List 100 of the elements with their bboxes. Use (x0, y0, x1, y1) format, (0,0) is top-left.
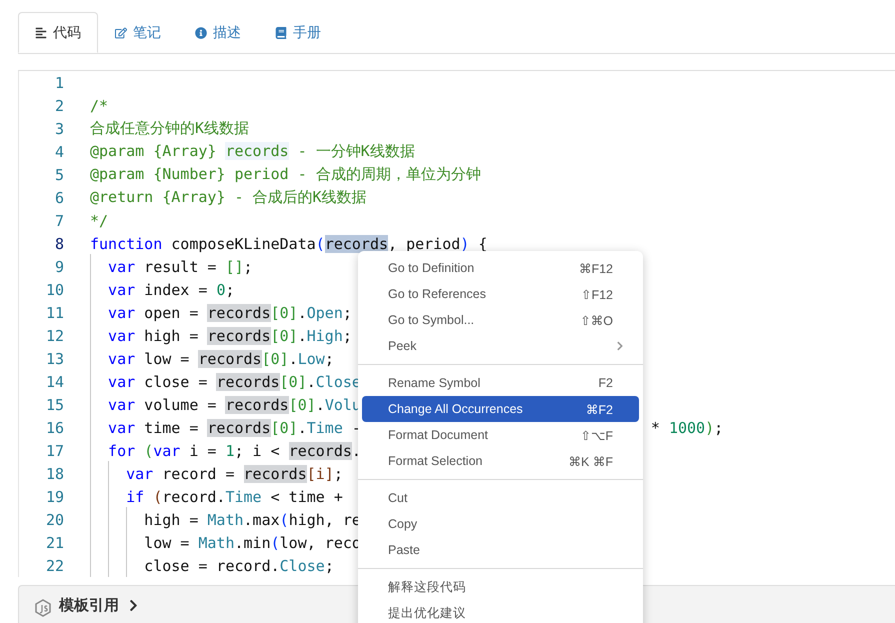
line-number: 7 (54, 212, 65, 230)
code-token: ) (460, 234, 470, 252)
code-token: ) (705, 418, 714, 436)
code-token: records (288, 442, 352, 460)
menu-item[interactable]: Go to Symbol... ⇧⌘O (362, 307, 639, 333)
line-number: 18 (44, 464, 65, 482)
code-token: var (107, 258, 136, 276)
code-token: [i] (306, 464, 334, 482)
code-token: .max (244, 510, 280, 528)
code-token: function (90, 234, 162, 252)
code-token: ; (244, 258, 253, 276)
code-token: [0] (270, 304, 298, 322)
code-token: ( (316, 234, 325, 252)
code-token: ( (270, 534, 280, 552)
code-token: if (125, 488, 144, 506)
code-token: index = (143, 280, 208, 298)
code-token: - 一分钟K线数据 (296, 142, 415, 160)
code-token: , period (388, 234, 460, 252)
line-number: 19 (44, 488, 65, 506)
code-token: records (207, 304, 271, 322)
code-token: Close (280, 556, 325, 574)
code-token: . (298, 418, 307, 436)
code-token: < time + (270, 488, 343, 506)
code-token: . (306, 372, 316, 390)
code-token: Time (306, 418, 343, 436)
code-token: . (298, 304, 307, 322)
code-token: records (216, 372, 280, 390)
line-number: 21 (44, 534, 65, 552)
tab[interactable]: 描述 (178, 12, 258, 53)
code-token: Open (306, 304, 343, 322)
code-token: 合成任意分钟的K线数据 (90, 119, 250, 137)
line-number: 4 (54, 142, 65, 160)
menu-item[interactable]: Cut (362, 485, 639, 511)
tab[interactable]: 代码 (18, 12, 98, 53)
menu-item[interactable]: Paste (362, 537, 639, 563)
code-token: [0] (280, 372, 307, 390)
line-number: 15 (44, 396, 65, 414)
code-token: ( (280, 510, 289, 528)
menu-item[interactable]: Change All Occurrences ⌘F2 (362, 396, 639, 422)
code-token: high = (143, 510, 200, 528)
menu-item[interactable]: Format Document ⇧⌥F (362, 422, 639, 448)
code-token: Low (298, 350, 325, 368)
code-token: High (306, 326, 343, 344)
code-token: for (107, 442, 136, 460)
line-number: 12 (44, 326, 65, 344)
tab[interactable]: 手册 (258, 12, 338, 53)
code-token: [0] (288, 396, 316, 414)
code-token: open = (143, 304, 200, 322)
footer-title[interactable]: 模板引用 (59, 596, 119, 615)
code-token: result = (143, 258, 218, 276)
menu-item[interactable]: 解释这段代码 (362, 574, 639, 600)
code-token: high = (143, 326, 200, 344)
line-number: 3 (54, 120, 65, 138)
menu-item[interactable]: Rename Symbol F2 (362, 370, 639, 396)
menu-item[interactable]: Copy (362, 511, 639, 537)
menu-item[interactable]: Format Selection ⌘K ⌘F (362, 448, 639, 474)
menu-item[interactable]: 提出优化建议 (362, 600, 639, 623)
line-number: 20 (44, 510, 65, 528)
code-token: */ (90, 212, 108, 230)
code-token: var (107, 372, 136, 390)
code-token: i = (188, 442, 218, 460)
code-token: close = (143, 372, 208, 390)
line-number: 2 (54, 96, 65, 114)
code-token: ( (152, 488, 162, 506)
code-token: . (288, 350, 298, 368)
line-number: 16 (44, 418, 65, 436)
code-token: var (107, 280, 136, 298)
code-token: var (107, 418, 136, 436)
edit-icon (115, 26, 127, 38)
code-token: @param {Array} (90, 142, 218, 160)
code-token: ; (342, 304, 352, 322)
chevron-icon (127, 599, 140, 612)
code-token: ; (324, 556, 334, 574)
line-number: 22 (44, 556, 65, 574)
menu-item[interactable]: Go to References ⇧F12 (362, 281, 639, 307)
code-token: records (207, 418, 271, 436)
code-token: Math (207, 510, 244, 528)
line-number: 1 (54, 74, 65, 92)
code-token: volume = (143, 396, 218, 414)
code-token: ; (225, 280, 234, 298)
code-token: [0] (270, 418, 298, 436)
code-token: low = (143, 534, 190, 552)
menu-item[interactable]: Go to Definition ⌘F12 (362, 255, 639, 281)
line-number: 9 (54, 258, 65, 276)
tab[interactable]: 笔记 (98, 12, 178, 53)
code-token: records (198, 350, 262, 368)
code-token: @return {Array} - 合成后的K线数据 (90, 188, 367, 206)
code-token: records (207, 326, 271, 344)
code-token: . (316, 396, 325, 414)
code-token: Math (198, 534, 234, 552)
code-token: var (153, 442, 180, 460)
code-token: records (244, 464, 307, 482)
code-token: [0] (262, 350, 289, 368)
line-number: 13 (44, 350, 65, 368)
menu-item[interactable]: Peek (362, 333, 639, 359)
line-number: 8 (54, 234, 65, 252)
align-left-icon (35, 26, 47, 38)
code-token: var (107, 350, 136, 368)
line-number: 14 (44, 372, 65, 390)
code-token: .min (234, 534, 271, 552)
